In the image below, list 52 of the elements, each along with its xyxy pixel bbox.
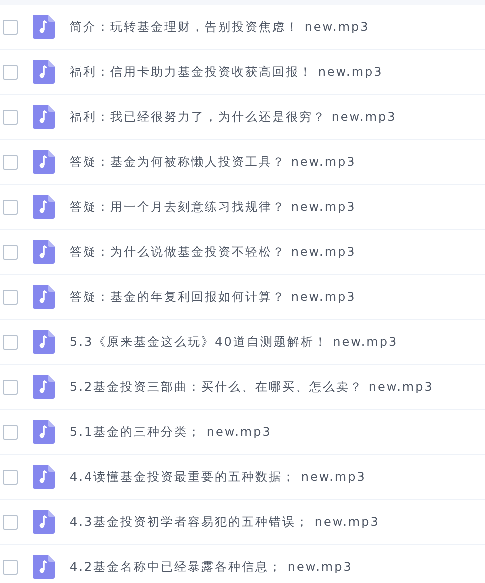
music-file-icon <box>33 60 55 84</box>
checkbox[interactable] <box>3 560 18 574</box>
checkbox[interactable] <box>3 334 18 350</box>
file-name[interactable]: 答疑：为什么说做基金投资不轻松？ new.mp3 <box>70 244 356 260</box>
file-name[interactable]: 5.3《原来基金这么玩》40道自测题解析！ new.mp3 <box>70 334 398 350</box>
checkbox[interactable] <box>3 290 18 304</box>
file-row[interactable]: 答疑：基金为何被称懒人投资工具？ new.mp3 <box>0 140 485 185</box>
file-row[interactable]: 5.3《原来基金这么玩》40道自测题解析！ new.mp3 <box>0 320 485 365</box>
checkbox[interactable] <box>3 110 18 124</box>
checkbox[interactable] <box>3 424 18 440</box>
checkbox[interactable] <box>3 380 18 394</box>
music-file-icon <box>33 375 55 399</box>
checkbox[interactable] <box>3 244 18 260</box>
file-name[interactable]: 答疑：用一个月去刻意练习找规律？ new.mp3 <box>70 198 356 216</box>
music-file-icon <box>33 555 55 579</box>
file-name[interactable]: 答疑：基金为何被称懒人投资工具？ new.mp3 <box>70 154 356 170</box>
file-row[interactable]: 5.1基金的三种分类； new.mp3 <box>0 410 485 455</box>
music-file-icon <box>33 285 55 309</box>
music-file-icon <box>33 465 55 489</box>
file-row[interactable]: 4.2基金名称中已经暴露各种信息； new.mp3 <box>0 545 485 583</box>
file-row[interactable]: 简介：玩转基金理财，告别投资焦虑！ new.mp3 <box>0 5 485 50</box>
file-row[interactable]: 答疑：为什么说做基金投资不轻松？ new.mp3 <box>0 230 485 275</box>
file-row[interactable]: 答疑：基金的年复利回报如何计算？ new.mp3 <box>0 275 485 320</box>
music-file-icon <box>33 15 55 39</box>
file-name[interactable]: 福利：信用卡助力基金投资收获高回报！ new.mp3 <box>70 64 384 80</box>
file-row[interactable]: 5.2基金投资三部曲：买什么、在哪买、怎么卖？ new.mp3 <box>0 365 485 410</box>
file-name[interactable]: 福利：我已经很努力了，为什么还是很穷？ new.mp3 <box>70 108 397 126</box>
file-name[interactable]: 5.1基金的三种分类； new.mp3 <box>70 424 272 440</box>
checkbox[interactable] <box>3 200 18 214</box>
file-row[interactable]: 答疑：用一个月去刻意练习找规律？ new.mp3 <box>0 185 485 230</box>
file-name[interactable]: 答疑：基金的年复利回报如何计算？ new.mp3 <box>70 288 356 306</box>
music-file-icon <box>33 420 55 444</box>
file-name[interactable]: 4.4读懂基金投资最重要的五种数据； new.mp3 <box>70 468 366 486</box>
file-name[interactable]: 5.2基金投资三部曲：买什么、在哪买、怎么卖？ new.mp3 <box>70 378 434 396</box>
file-row[interactable]: 4.4读懂基金投资最重要的五种数据； new.mp3 <box>0 455 485 500</box>
file-name[interactable]: 4.2基金名称中已经暴露各种信息； new.mp3 <box>70 558 353 576</box>
checkbox[interactable] <box>3 514 18 530</box>
music-file-icon <box>33 510 55 534</box>
music-file-icon <box>33 240 55 264</box>
file-name[interactable]: 4.3基金投资初学者容易犯的五种错误； new.mp3 <box>70 514 380 530</box>
music-file-icon <box>33 195 55 219</box>
file-row[interactable]: 福利：我已经很努力了，为什么还是很穷？ new.mp3 <box>0 95 485 140</box>
file-name[interactable]: 简介：玩转基金理财，告别投资焦虑！ new.mp3 <box>70 18 370 36</box>
file-row[interactable]: 4.3基金投资初学者容易犯的五种错误； new.mp3 <box>0 500 485 545</box>
file-row[interactable]: 福利：信用卡助力基金投资收获高回报！ new.mp3 <box>0 50 485 95</box>
music-file-icon <box>33 150 55 174</box>
music-file-icon <box>33 105 55 129</box>
checkbox[interactable] <box>3 20 18 34</box>
checkbox[interactable] <box>3 470 18 484</box>
checkbox[interactable] <box>3 154 18 170</box>
music-file-icon <box>33 330 55 354</box>
checkbox[interactable] <box>3 64 18 80</box>
